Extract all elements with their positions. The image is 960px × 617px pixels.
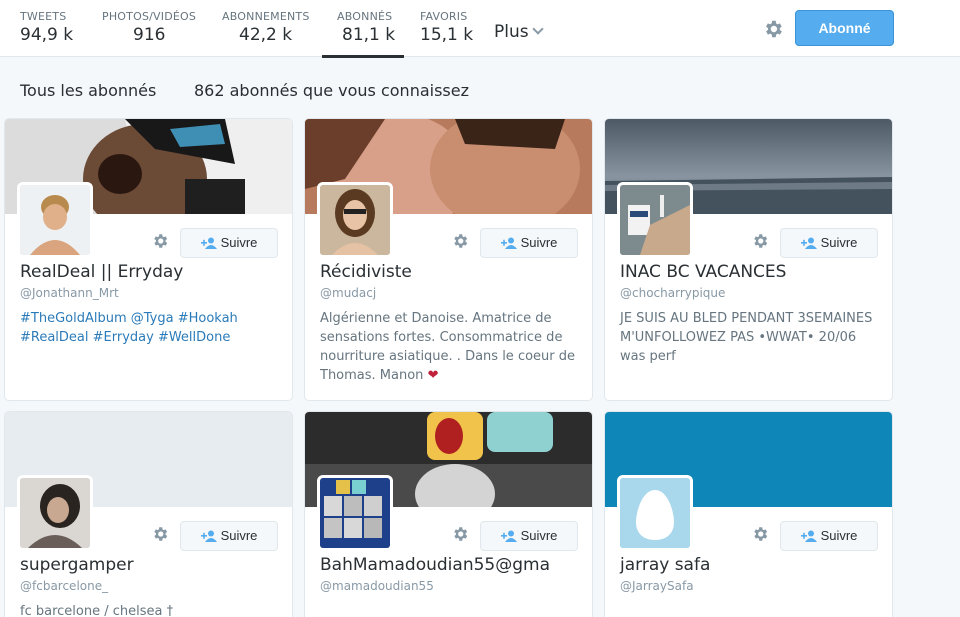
avatar[interactable] [617, 182, 693, 258]
stat-label: ABONNEMENTS [222, 10, 310, 23]
follow-button[interactable]: Suivre [780, 228, 878, 258]
username[interactable]: @chocharrypique [620, 286, 725, 300]
stat-favoris[interactable]: FAVORIS 15,1 k [420, 0, 473, 57]
follow-button[interactable]: Suivre [480, 228, 578, 258]
display-name[interactable]: RealDeal || Erryday [20, 262, 183, 282]
add-user-icon [200, 530, 217, 542]
chevron-down-icon [531, 23, 544, 35]
display-name[interactable]: Récidiviste [320, 262, 412, 282]
username[interactable]: @fcbarcelone_ [20, 579, 108, 593]
stat-label: TWEETS [20, 10, 67, 23]
profile-nav: TWEETS 94,9 k PHOTOS/VIDÉOS 916 ABONNEME… [0, 0, 960, 58]
heart-emoji: ❤ [427, 368, 439, 383]
follow-label: Suivre [520, 235, 558, 250]
gear-icon[interactable] [751, 232, 769, 250]
follower-card[interactable]: Suivre Récidiviste @mudacj Algérienne et… [304, 118, 593, 401]
more-menu[interactable]: Plus [494, 22, 544, 42]
avatar[interactable] [17, 182, 93, 258]
stat-label: FAVORIS [420, 10, 468, 23]
follow-label: Suivre [220, 528, 258, 543]
default-egg-avatar[interactable] [617, 475, 693, 551]
follow-label: Suivre [820, 528, 858, 543]
stat-label: PHOTOS/VIDÉOS [102, 10, 197, 23]
add-user-icon [200, 237, 217, 249]
display-name[interactable]: INAC BC VACANCES [620, 262, 786, 282]
follow-button[interactable]: Suivre [180, 521, 278, 551]
stat-photos-videos[interactable]: PHOTOS/VIDÉOS 916 [102, 0, 196, 57]
add-user-icon [800, 530, 817, 542]
display-name[interactable]: jarray safa [620, 555, 710, 575]
stat-value: 94,9 k [20, 25, 74, 45]
stat-value: 916 [133, 25, 166, 45]
display-name[interactable]: supergamper [20, 555, 134, 575]
display-name[interactable]: BahMamadoudian55@gma [320, 555, 550, 575]
stat-label: ABONNÉS [337, 10, 393, 23]
stat-abonnements[interactable]: ABONNEMENTS 42,2 k [222, 0, 310, 57]
bio: Algérienne et Danoise. Amatrice de sensa… [320, 309, 582, 385]
username[interactable]: @JarraySafa [620, 579, 694, 593]
username[interactable]: @Jonathann_Mrt [20, 286, 119, 300]
followers-subheader: Tous les abonnés 862 abonnés que vous co… [20, 81, 469, 100]
stat-abonnes[interactable]: ABONNÉS 81,1 k [322, 0, 404, 58]
avatar[interactable] [17, 475, 93, 551]
following-button[interactable]: Abonné [795, 10, 894, 46]
gear-icon[interactable] [451, 232, 469, 250]
bio: JE SUIS AU BLED PENDANT 3SEMAINES M'UNFO… [620, 311, 873, 364]
follower-card[interactable]: Suivre supergamper @fcbarcelone_ fc barc… [4, 411, 293, 617]
tab-followers-you-know[interactable]: 862 abonnés que vous connaissez [194, 81, 469, 100]
gear-icon[interactable] [762, 18, 784, 40]
bio-text: Algérienne et Danoise. Amatrice de sensa… [320, 311, 576, 383]
more-label: Plus [494, 22, 529, 42]
gear-icon[interactable] [151, 232, 169, 250]
add-user-icon [800, 237, 817, 249]
stat-value: 42,2 k [239, 25, 293, 45]
follow-label: Suivre [220, 235, 258, 250]
follow-button[interactable]: Suivre [480, 521, 578, 551]
username[interactable]: @mudacj [320, 286, 376, 300]
follow-button[interactable]: Suivre [780, 521, 878, 551]
egg-icon [620, 478, 690, 548]
stat-value: 15,1 k [420, 25, 474, 45]
follower-card[interactable]: Suivre RealDeal || Erryday @Jonathann_Mr… [4, 118, 293, 401]
avatar[interactable] [317, 182, 393, 258]
username[interactable]: @mamadoudian55 [320, 579, 434, 593]
follower-card[interactable]: Suivre jarray safa @JarraySafa [604, 411, 893, 617]
follower-card[interactable]: Suivre INAC BC VACANCES @chocharrypique … [604, 118, 893, 401]
follow-label: Suivre [520, 528, 558, 543]
add-user-icon [500, 237, 517, 249]
gear-icon[interactable] [751, 525, 769, 543]
stat-value: 81,1 k [342, 25, 396, 45]
follow-label: Suivre [820, 235, 858, 250]
tab-all-followers[interactable]: Tous les abonnés [20, 81, 156, 100]
follow-button[interactable]: Suivre [180, 228, 278, 258]
follower-card[interactable]: Suivre BahMamadoudian55@gma @mamadoudian… [304, 411, 593, 617]
gear-icon[interactable] [451, 525, 469, 543]
bio: #TheGoldAlbum @Tyga #Hookah #RealDeal #E… [20, 311, 238, 345]
stat-tweets[interactable]: TWEETS 94,9 k [20, 0, 73, 57]
add-user-icon [500, 530, 517, 542]
gear-icon[interactable] [151, 525, 169, 543]
bio: fc barcelone / chelsea † [20, 604, 174, 617]
avatar[interactable] [317, 475, 393, 551]
